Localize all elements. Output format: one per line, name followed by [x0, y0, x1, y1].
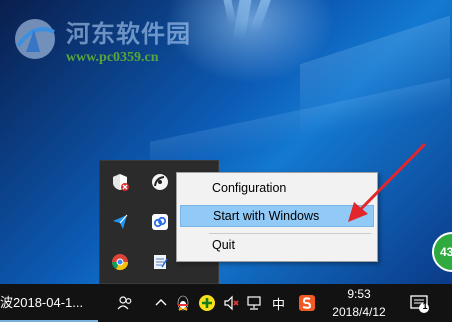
- chrome-like-icon[interactable]: [111, 253, 129, 271]
- clock[interactable]: 9:53 2018/4/12: [328, 284, 390, 322]
- cloud-drive-icon[interactable]: [151, 213, 169, 231]
- watermark-url: www.pc0359.cn: [66, 50, 159, 65]
- clock-date: 2018/4/12: [332, 305, 386, 319]
- notification-count: 1: [422, 301, 428, 311]
- shield-x-icon[interactable]: [111, 173, 129, 191]
- watermark-title: 河东软件园: [66, 20, 191, 48]
- network-icon[interactable]: [246, 294, 264, 312]
- watermark-logo: [15, 19, 55, 59]
- satellite-dish-icon[interactable]: [151, 173, 169, 191]
- desktop-background: 河东软件园 www.pc0359.cn Configuration Start …: [0, 0, 452, 284]
- clock-time: 9:53: [347, 287, 371, 301]
- taskbar-app-label: 波2018-04-1...: [0, 295, 84, 310]
- send-arrow-icon[interactable]: [111, 213, 129, 231]
- light-beam: [249, 0, 271, 32]
- menu-item-quit[interactable]: Quit: [180, 234, 374, 256]
- light-beam: [223, 0, 237, 24]
- people-icon[interactable]: [116, 294, 134, 312]
- plus-circle-icon[interactable]: [198, 294, 216, 312]
- floating-badge[interactable]: 43: [432, 232, 452, 272]
- penguin-icon[interactable]: [174, 294, 192, 312]
- annotation-arrow: [348, 142, 427, 222]
- taskbar-app-button[interactable]: 波2018-04-1...: [0, 284, 98, 322]
- taskbar: 波2018-04-1... 中 9:53 2018/4/12 1: [0, 284, 452, 322]
- ime-mode-indicator[interactable]: 中: [272, 294, 285, 313]
- notepad-icon[interactable]: [151, 253, 169, 271]
- ime-sogou-icon[interactable]: [298, 294, 316, 312]
- chevron-up-icon[interactable]: [152, 294, 170, 312]
- volume-muted-icon[interactable]: [222, 294, 240, 312]
